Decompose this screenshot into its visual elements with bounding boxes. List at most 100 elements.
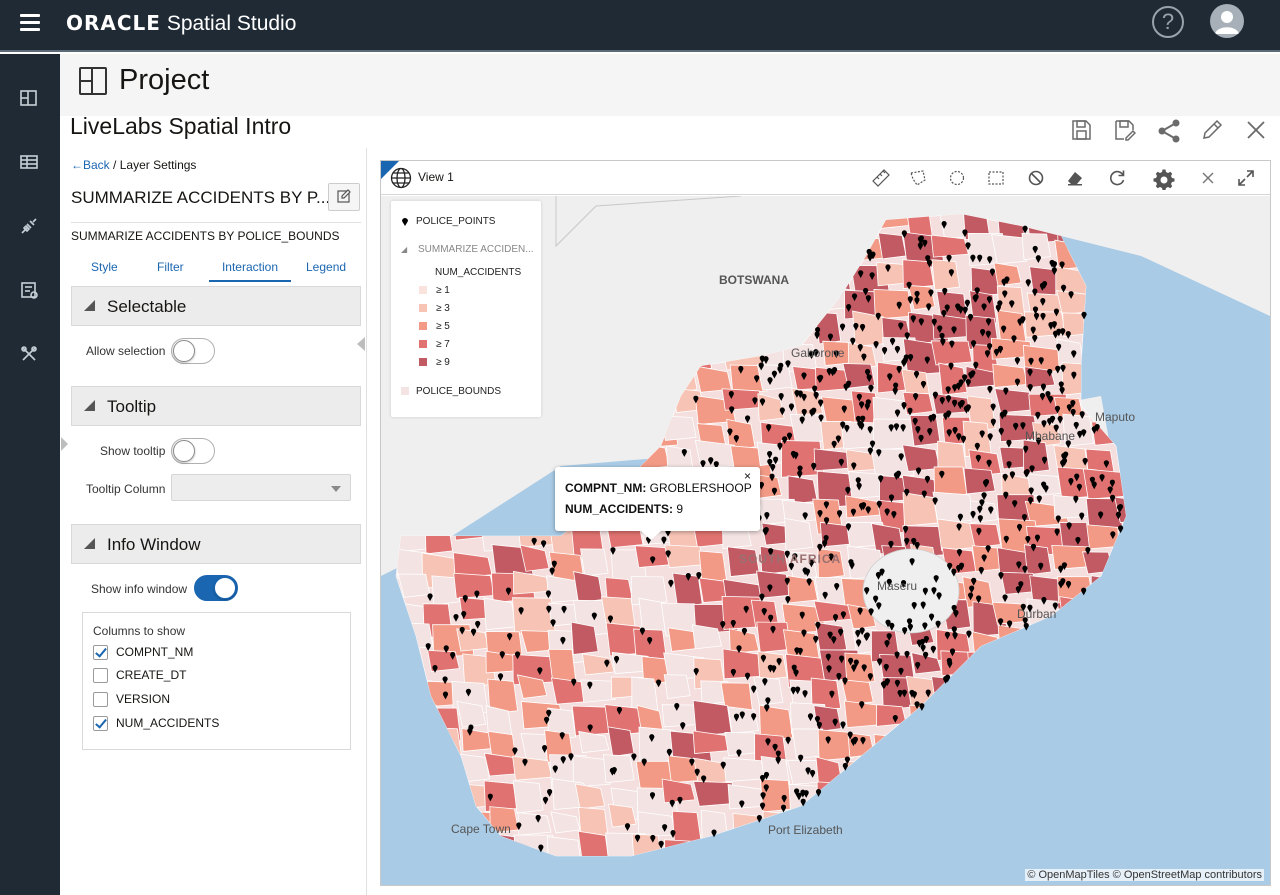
connections-nav-icon[interactable] — [18, 215, 42, 239]
district-polygon — [938, 362, 968, 396]
district-polygon — [724, 732, 760, 757]
district-polygon — [608, 803, 637, 828]
tab-filter[interactable]: Filter — [157, 260, 184, 274]
save-as-icon[interactable] — [1112, 118, 1138, 144]
map-label-maputo: Maputo — [1095, 410, 1136, 424]
layer-title: SUMMARIZE ACCIDENTS BY P... — [71, 188, 331, 207]
user-avatar-icon[interactable] — [1210, 4, 1244, 38]
district-polygon — [397, 573, 431, 598]
district-polygon — [1053, 495, 1092, 520]
hamburger-menu-icon[interactable] — [20, 14, 40, 34]
district-polygon — [992, 363, 1029, 388]
tab-style[interactable]: Style — [91, 260, 118, 274]
map-label-maseru: Maseru — [877, 579, 918, 593]
page-title: Project — [119, 64, 210, 96]
projects-nav-icon[interactable] — [18, 87, 42, 111]
clear-selection-icon[interactable] — [1026, 168, 1046, 188]
collapse-triangle-icon — [84, 538, 95, 549]
map-view: View 1 BOTSWANA Gaborone Maputo Mbabane … — [380, 160, 1271, 886]
collapse-panel-arrow-icon[interactable] — [357, 337, 365, 351]
checkbox-label: COMPNT_NM — [116, 645, 194, 659]
district-polygon — [580, 679, 616, 703]
edit-pencil-icon[interactable] — [1200, 118, 1226, 144]
legend-attribute: NUM_ACCIDENTS — [435, 267, 522, 278]
district-polygon — [671, 810, 702, 845]
district-polygon — [691, 624, 723, 650]
edit-layer-button[interactable] — [328, 183, 360, 211]
measure-ruler-icon[interactable] — [871, 168, 891, 188]
district-polygon — [932, 491, 975, 524]
district-polygon — [1082, 468, 1126, 500]
close-icon[interactable] — [1244, 118, 1270, 144]
app-brand: ORACLE Spatial Studio — [66, 11, 296, 36]
district-polygon — [1024, 544, 1052, 576]
oracle-logo: ORACLE — [66, 11, 161, 35]
district-polygon — [602, 754, 635, 784]
checkbox[interactable] — [93, 716, 108, 731]
checkbox[interactable] — [93, 668, 108, 683]
district-polygon — [991, 234, 1028, 265]
show-info-window-toggle[interactable] — [194, 575, 238, 601]
back-arrow-icon: ← — [71, 158, 83, 172]
back-link[interactable]: ←Back — [71, 158, 110, 172]
district-polygon — [663, 674, 691, 700]
district-polygon — [930, 234, 969, 258]
map-label-mbabane: Mbabane — [1025, 429, 1076, 443]
help-icon[interactable]: ? — [1152, 6, 1184, 38]
tools-nav-icon[interactable] — [18, 343, 42, 367]
refresh-icon[interactable] — [1107, 168, 1127, 188]
globe-icon — [390, 167, 412, 189]
top-bar: ORACLE Spatial Studio ? — [0, 0, 1280, 52]
checkbox[interactable] — [93, 692, 108, 707]
checkbox-label: VERSION — [116, 692, 171, 706]
checkbox-label: CREATE_DT — [116, 668, 187, 682]
share-icon[interactable] — [1156, 118, 1182, 144]
section-title: Info Window — [107, 535, 201, 554]
map-label-cape-town: Cape Town — [451, 822, 511, 836]
expand-panel-arrow-icon[interactable] — [61, 437, 68, 451]
allow-selection-toggle[interactable] — [171, 338, 215, 364]
map-label-port-elizabeth: Port Elizabeth — [768, 823, 843, 837]
save-icon[interactable] — [1069, 118, 1095, 144]
maximize-icon[interactable] — [1236, 168, 1256, 188]
pin-icon — [402, 218, 408, 226]
gear-icon[interactable] — [1153, 168, 1175, 190]
eraser-icon[interactable] — [1065, 168, 1085, 188]
circle-select-icon[interactable] — [947, 168, 967, 188]
district-polygon — [580, 548, 609, 577]
datasets-nav-icon[interactable] — [18, 151, 42, 175]
district-polygon — [969, 523, 1001, 548]
map-canvas[interactable]: BOTSWANA Gaborone Maputo Mbabane SOUTH A… — [381, 196, 1270, 885]
show-info-window-label: Show info window — [91, 582, 188, 596]
tab-interaction[interactable]: Interaction — [209, 260, 291, 282]
info-window-section-header[interactable]: Info Window — [71, 524, 361, 564]
checkbox-label: NUM_ACCIDENTS — [116, 716, 220, 730]
allow-selection-label: Allow selection — [86, 344, 166, 358]
show-tooltip-label: Show tooltip — [100, 444, 166, 458]
info-field-num-accidents: NUM_ACCIDENTS: 9 — [565, 502, 684, 516]
columns-title: Columns to show — [93, 624, 186, 638]
rectangle-select-icon[interactable] — [986, 168, 1006, 188]
district-polygon — [570, 621, 599, 655]
lasso-select-icon[interactable] — [908, 168, 928, 188]
collapse-triangle-icon — [84, 300, 95, 311]
map-label-south-africa: SOUTH AFRICA — [739, 552, 842, 566]
district-polygon — [787, 575, 819, 604]
jobs-nav-icon[interactable] — [18, 279, 42, 303]
district-polygon — [877, 361, 907, 394]
tooltip-column-select[interactable] — [171, 474, 351, 501]
info-field-compnt-nm: COMPNT_NM: GROBLERSHOOP — [565, 481, 752, 495]
tooltip-section-header[interactable]: Tooltip — [71, 386, 361, 426]
project-name: LiveLabs Spatial Intro — [70, 113, 292, 139]
breadcrumb: ←Back / Layer Settings — [71, 158, 197, 172]
close-view-icon[interactable] — [1198, 168, 1218, 188]
checkbox[interactable] — [93, 645, 108, 660]
selectable-section-header[interactable]: Selectable — [71, 286, 361, 326]
tab-legend[interactable]: Legend — [306, 260, 346, 274]
district-polygon — [963, 467, 996, 495]
section-title: Tooltip — [107, 397, 157, 416]
map-label-durban: Durban — [1017, 607, 1057, 621]
map-label-botswana: BOTSWANA — [719, 273, 789, 287]
district-polygon — [789, 413, 824, 445]
show-tooltip-toggle[interactable] — [171, 438, 215, 464]
